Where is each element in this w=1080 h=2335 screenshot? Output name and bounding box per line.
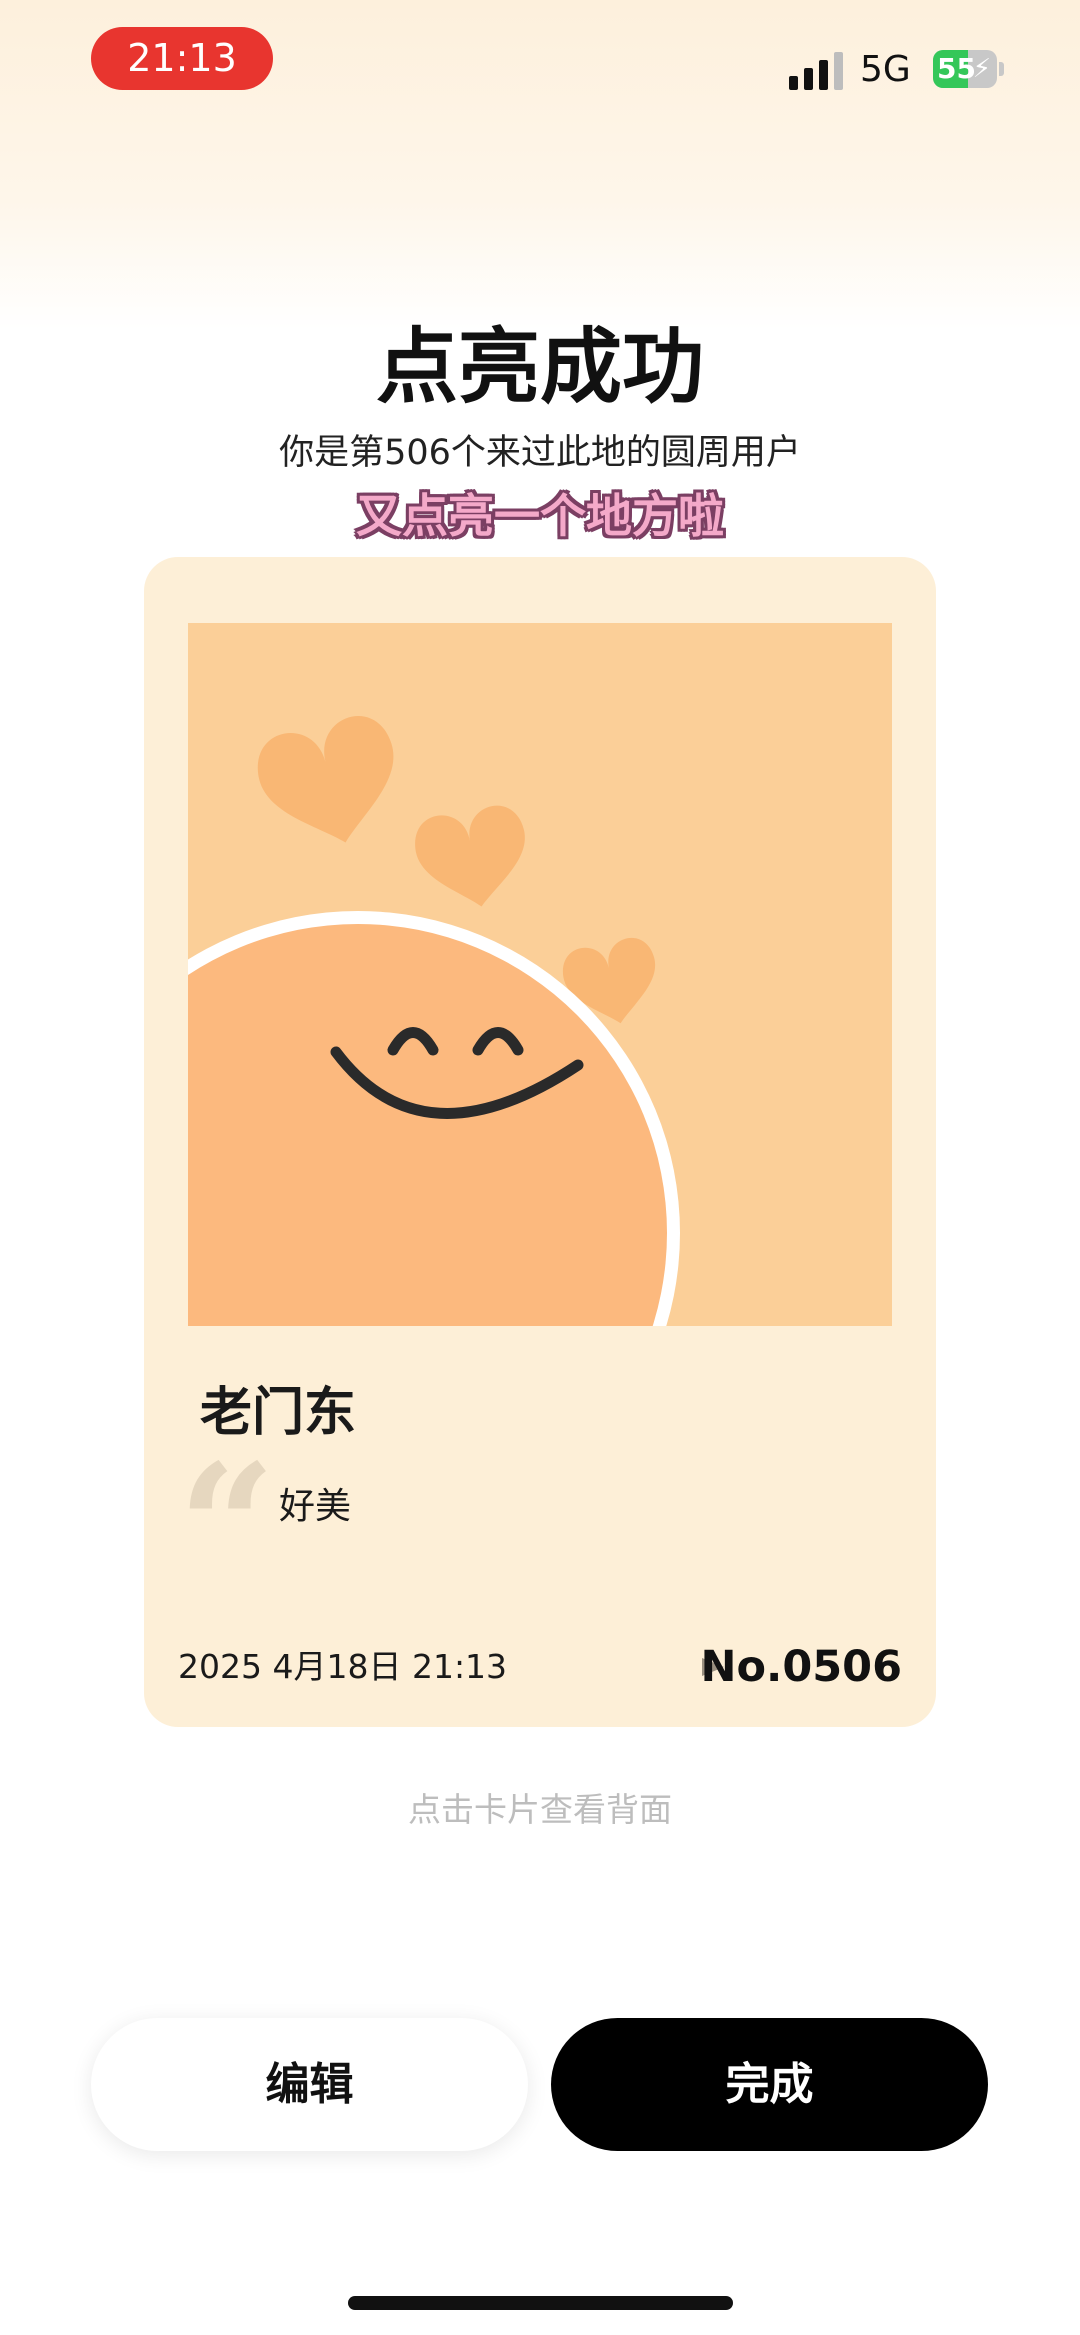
checkin-date: 2025 4月18日 21:13: [178, 1647, 508, 1686]
card-illustration: [188, 623, 892, 1326]
network-type: 5G: [860, 49, 911, 90]
battery-level: 55: [937, 52, 976, 85]
charging-bolt-icon: ⚡: [972, 54, 991, 84]
signal-icon: [789, 50, 845, 90]
checkin-card[interactable]: 老门东 “ 好美 2025 4月18日 21:13 No.0506: [144, 557, 936, 1727]
status-time: 21:13: [91, 27, 273, 90]
battery-icon: 55 ⚡: [933, 50, 997, 88]
card-comment: 好美: [279, 1486, 352, 1527]
battery-cap: [999, 62, 1004, 76]
quote-icon: “: [178, 1427, 276, 1627]
home-indicator[interactable]: [348, 2296, 733, 2310]
smiling-face-illustration: [188, 623, 892, 1326]
page-title: 点亮成功: [375, 320, 704, 415]
visitor-count-text: 你是第506个来过此地的圆周用户: [279, 433, 801, 473]
edit-button[interactable]: 编辑: [91, 2018, 528, 2151]
card-number: No.0506: [700, 1642, 902, 1692]
done-button[interactable]: 完成: [551, 2018, 988, 2151]
sticker-caption: 又点亮一个地方啦: [356, 489, 724, 543]
flip-card-hint: 点击卡片查看背面: [408, 1790, 672, 1829]
